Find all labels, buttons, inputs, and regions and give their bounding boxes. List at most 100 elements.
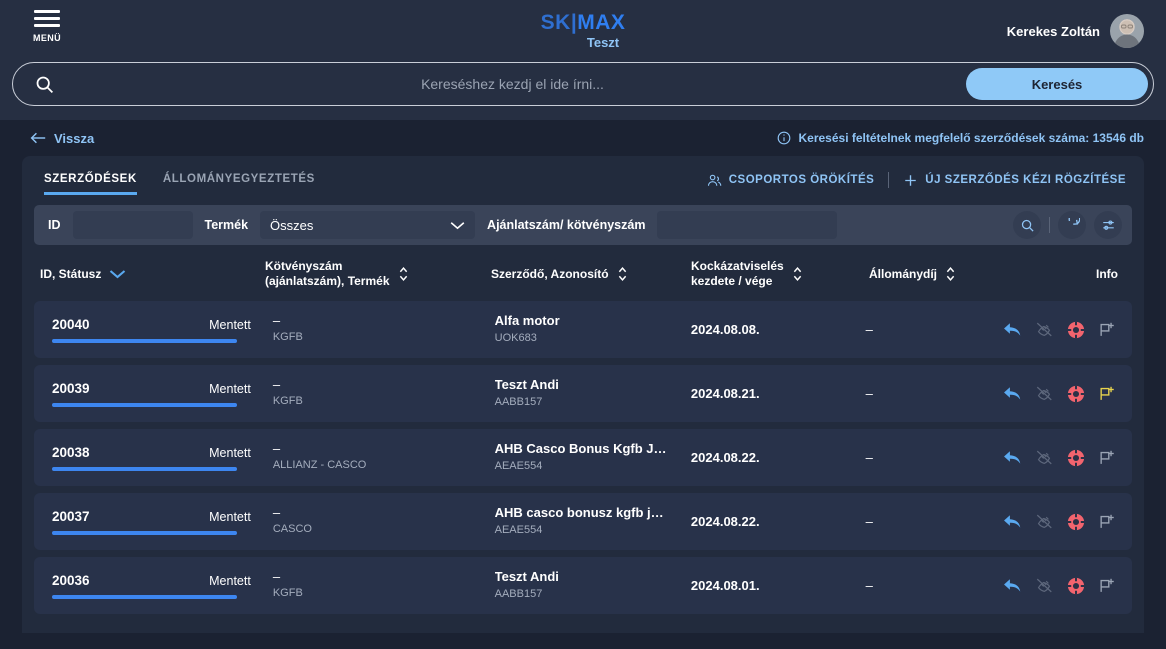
logo-part-sk: SK (541, 11, 571, 34)
col-risk-period[interactable]: Kockázatviseléskezdete / vége (691, 259, 869, 289)
flag-add-icon[interactable] (1098, 385, 1116, 403)
col-risk-period-label: Kockázatviseléskezdete / vége (691, 259, 784, 289)
lifebuoy-icon[interactable] (1067, 321, 1085, 339)
new-contract-button[interactable]: ÚJ SZERZŐDÉS KÉZI RÖGZÍTÉSE (903, 173, 1126, 188)
panel-actions: CSOPORTOS ÖRÖKÍTÉS ÚJ SZERZŐDÉS KÉZI RÖG… (707, 172, 1126, 195)
row-policy-number: – (273, 442, 495, 456)
cell-risk-date: 2024.08.08. (691, 322, 866, 337)
cell-fee: – (866, 386, 1003, 401)
table-row[interactable]: 20039 Mentett – KGFB Teszt Andi AABB157 … (34, 365, 1132, 422)
filter-search-button[interactable] (1013, 211, 1041, 239)
row-risk-date: 2024.08.22. (691, 514, 866, 529)
table-body: 20040 Mentett – KGFB Alfa motor UOK683 2… (22, 301, 1144, 614)
cell-holder: AHB casco bonusz kgfb jo… AEAE554 (495, 505, 691, 538)
reply-icon[interactable] (1003, 450, 1022, 466)
filter-policy-input[interactable] (657, 211, 837, 239)
row-status: Mentett (209, 574, 273, 588)
cell-risk-date: 2024.08.01. (691, 578, 866, 593)
reply-icon[interactable] (1003, 386, 1022, 402)
table-row[interactable]: 20040 Mentett – KGFB Alfa motor UOK683 2… (34, 301, 1132, 358)
cell-actions (1003, 385, 1130, 403)
row-progress-bar (52, 403, 237, 407)
plus-icon (903, 173, 918, 188)
row-holder-name: Alfa motor (495, 313, 667, 329)
col-info-label: Info (1096, 267, 1118, 282)
row-fee: – (866, 578, 1003, 593)
row-holder-id: AEAE554 (495, 523, 691, 538)
lifebuoy-icon[interactable] (1067, 513, 1085, 531)
cell-policy-product: – KGFB (273, 378, 495, 409)
row-product: KGFB (273, 586, 495, 601)
col-fee[interactable]: Állománydíj (869, 265, 1009, 283)
filter-refresh-button[interactable] (1058, 211, 1086, 239)
search-submit-button[interactable]: Keresés (966, 68, 1148, 100)
col-policy-product-label: Kötvényszám(ajánlatszám), Termék (265, 259, 390, 289)
row-status: Mentett (209, 318, 273, 332)
row-policy-number: – (273, 570, 495, 584)
bulk-inherit-button[interactable]: CSOPORTOS ÖRÖKÍTÉS (707, 173, 875, 188)
row-holder-name: Teszt Andi (495, 377, 667, 393)
filter-id-input[interactable] (73, 211, 193, 239)
chevron-down-icon (450, 221, 465, 230)
cell-fee: – (866, 578, 1003, 593)
row-progress-bar (52, 467, 237, 471)
filter-id-label: ID (48, 218, 61, 232)
flag-add-icon[interactable] (1098, 513, 1116, 531)
row-id: 20038 (52, 445, 90, 460)
result-count-text: Keresési feltételnek megfelelő szerződés… (798, 131, 1144, 145)
user-menu[interactable]: Kerekes Zoltán (1007, 14, 1144, 48)
filter-settings-button[interactable] (1094, 211, 1122, 239)
bulk-inherit-label: CSOPORTOS ÖRÖKÍTÉS (729, 174, 875, 186)
search-bar[interactable]: Keresés (12, 62, 1154, 106)
row-policy-number: – (273, 506, 495, 520)
filter-product-select[interactable]: Összes (260, 211, 475, 239)
sub-header: Vissza Keresési feltételnek megfelelő sz… (0, 120, 1166, 156)
cell-id-status: 20040 Mentett (52, 317, 273, 343)
lifebuoy-icon[interactable] (1067, 449, 1085, 467)
menu-button[interactable]: MENÜ (24, 10, 70, 43)
cell-id-status: 20038 Mentett (52, 445, 273, 471)
tab-szerzodesek[interactable]: SZERZŐDÉSEK (44, 173, 137, 195)
people-icon (707, 173, 722, 188)
col-policy-product[interactable]: Kötvényszám(ajánlatszám), Termék (265, 259, 491, 289)
row-holder-id: UOK683 (495, 331, 691, 346)
avatar[interactable] (1110, 14, 1144, 48)
flag-add-icon[interactable] (1098, 449, 1116, 467)
col-info: Info (1009, 267, 1130, 282)
sort-updown-icon (617, 265, 628, 283)
user-name: Kerekes Zoltán (1007, 24, 1100, 39)
row-holder-id: AEAE554 (495, 459, 691, 474)
cell-policy-product: – KGFB (273, 314, 495, 345)
handshake-disabled-icon (1035, 449, 1054, 466)
tab-list: SZERZŐDÉSEK ÁLLOMÁNYEGYEZTETÉS (44, 173, 315, 195)
reply-icon[interactable] (1003, 514, 1022, 530)
row-holder-name: AHB Casco Bonus Kgfb Jo… (495, 441, 667, 457)
back-button[interactable]: Vissza (30, 131, 94, 146)
col-holder[interactable]: Szerződő, Azonosító (491, 265, 691, 283)
flag-add-icon[interactable] (1098, 577, 1116, 595)
tabs-row: SZERZŐDÉSEK ÁLLOMÁNYEGYEZTETÉS CSOPORTOS… (22, 156, 1144, 195)
reply-icon[interactable] (1003, 578, 1022, 594)
cell-id-status: 20036 Mentett (52, 573, 273, 599)
search-icon[interactable] (29, 69, 59, 99)
handshake-disabled-icon (1035, 321, 1054, 338)
lifebuoy-icon[interactable] (1067, 577, 1085, 595)
col-id-status[interactable]: ID, Státusz (40, 267, 265, 282)
lifebuoy-icon[interactable] (1067, 385, 1085, 403)
cell-risk-date: 2024.08.22. (691, 514, 866, 529)
row-fee: – (866, 322, 1003, 337)
tab-allomanyegyeztetes[interactable]: ÁLLOMÁNYEGYEZTETÉS (163, 173, 315, 195)
table-row[interactable]: 20037 Mentett – CASCO AHB casco bonusz k… (34, 493, 1132, 550)
cell-risk-date: 2024.08.22. (691, 450, 866, 465)
table-row[interactable]: 20036 Mentett – KGFB Teszt Andi AABB157 … (34, 557, 1132, 614)
table-row[interactable]: 20038 Mentett – ALLIANZ - CASCO AHB Casc… (34, 429, 1132, 486)
search-input[interactable] (59, 76, 966, 92)
cell-holder: Alfa motor UOK683 (495, 313, 691, 346)
reply-icon[interactable] (1003, 322, 1022, 338)
row-risk-date: 2024.08.01. (691, 578, 866, 593)
flag-add-icon[interactable] (1098, 321, 1116, 339)
row-status: Mentett (209, 510, 273, 524)
row-fee: – (866, 386, 1003, 401)
row-progress-bar (52, 531, 237, 535)
logo-divider: | (571, 11, 577, 34)
